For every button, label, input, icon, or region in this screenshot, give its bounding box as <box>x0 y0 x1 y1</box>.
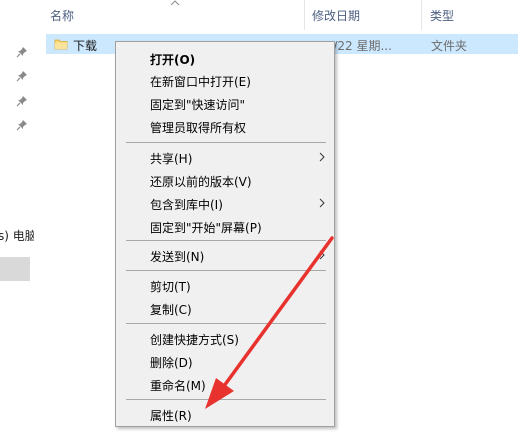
menu-item-label: 创建快捷方式(S) <box>150 333 239 347</box>
menu-item-label: 剪切(T) <box>150 280 191 294</box>
menu-separator <box>126 240 326 241</box>
menu-item-label: 重命名(M) <box>150 379 206 393</box>
menu-separator <box>126 323 326 324</box>
menu-item-properties[interactable]: 属性(R) <box>118 403 332 425</box>
column-header: 名称 修改日期 类型 <box>34 0 518 30</box>
menu-item-label: 发送到(N) <box>150 250 205 264</box>
menu-item-share[interactable]: 共享(H) <box>118 146 332 168</box>
menu-item-label: 打开(O) <box>150 53 196 67</box>
column-divider[interactable] <box>304 0 305 30</box>
menu-item-label: 固定到"开始"屏幕(P) <box>150 221 262 235</box>
column-divider[interactable] <box>421 0 422 30</box>
nav-item-this-pc[interactable]: s) 电脑 <box>0 224 34 244</box>
menu-item-label: 删除(D) <box>150 356 193 370</box>
menu-item-rename[interactable]: 重命名(M) <box>118 373 332 395</box>
folder-icon <box>54 39 68 50</box>
menu-item-restore-versions[interactable]: 还原以前的版本(V) <box>118 169 332 191</box>
chevron-right-icon <box>319 152 325 162</box>
menu-item-create-shortcut[interactable]: 创建快捷方式(S) <box>118 327 332 349</box>
menu-item-pin-start[interactable]: 固定到"开始"屏幕(P) <box>118 215 332 237</box>
menu-item-copy[interactable]: 复制(C) <box>118 297 332 319</box>
pin-icon <box>16 71 27 82</box>
menu-item-label: 在新窗口中打开(E) <box>150 75 251 89</box>
menu-item-label: 管理员取得所有权 <box>150 121 247 135</box>
menu-item-delete[interactable]: 删除(D) <box>118 350 332 372</box>
menu-item-include-in-library[interactable]: 包含到库中(I) <box>118 192 332 214</box>
column-header-type[interactable]: 类型 <box>430 7 454 24</box>
menu-item-take-ownership[interactable]: 管理员取得所有权 <box>118 115 332 137</box>
menu-item-open-new-window[interactable]: 在新窗口中打开(E) <box>118 69 332 91</box>
menu-item-label: 固定到"快速访问" <box>150 98 246 112</box>
column-header-modified[interactable]: 修改日期 <box>312 7 360 24</box>
menu-item-label: 共享(H) <box>150 152 193 166</box>
menu-separator <box>126 399 326 400</box>
nav-item-selected[interactable] <box>0 257 30 281</box>
pin-icon <box>16 96 27 107</box>
column-header-name[interactable]: 名称 <box>50 7 74 24</box>
file-explorer-window: s) 电脑 名称 修改日期 类型 下载 7/9/22 星期... 文件夹 打开(… <box>0 0 518 445</box>
menu-item-label: 包含到库中(I) <box>150 198 223 212</box>
menu-item-label: 还原以前的版本(V) <box>150 175 252 189</box>
menu-item-label: 属性(R) <box>150 409 192 423</box>
chevron-right-icon <box>319 250 325 260</box>
menu-item-pin-quick-access[interactable]: 固定到"快速访问" <box>118 92 332 114</box>
context-menu: 打开(O) 在新窗口中打开(E) 固定到"快速访问" 管理员取得所有权 共享(H… <box>115 41 335 427</box>
pin-icon <box>16 47 27 58</box>
menu-item-open[interactable]: 打开(O) <box>118 47 332 69</box>
pin-icon <box>16 120 27 131</box>
menu-item-cut[interactable]: 剪切(T) <box>118 274 332 296</box>
menu-item-send-to[interactable]: 发送到(N) <box>118 244 332 266</box>
sort-ascending-icon <box>170 0 180 6</box>
file-name: 下载 <box>73 39 98 53</box>
file-type: 文件夹 <box>431 39 468 53</box>
menu-separator <box>126 270 326 271</box>
chevron-right-icon <box>319 198 325 208</box>
menu-item-label: 复制(C) <box>150 303 192 317</box>
nav-item-this-pc-label: s) 电脑 <box>0 229 34 243</box>
menu-separator <box>126 142 326 143</box>
navigation-pane: s) 电脑 <box>0 0 34 445</box>
